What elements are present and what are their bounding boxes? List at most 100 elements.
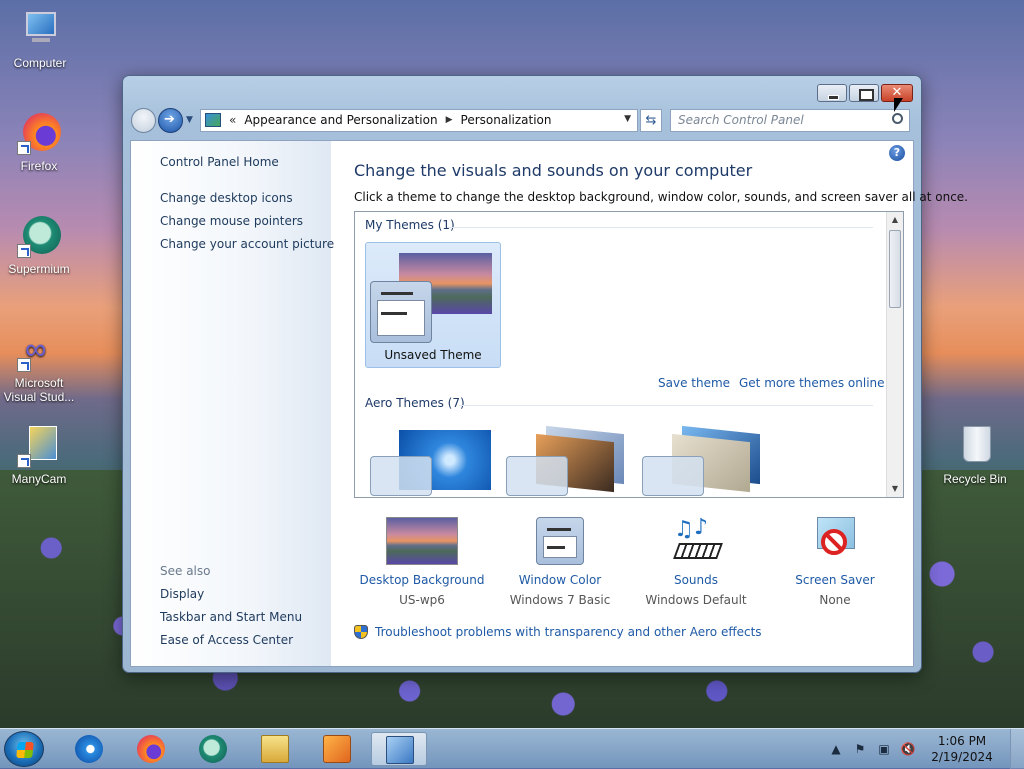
group-divider	[447, 227, 873, 228]
desktop-icon-supermium[interactable]: Supermium	[1, 214, 77, 276]
navigation-bar: ▼ « Appearance and Personalization ▶ Per…	[131, 106, 913, 134]
start-button[interactable]	[4, 731, 44, 767]
screen-saver-value: None	[819, 593, 851, 607]
search-icon[interactable]	[892, 112, 903, 124]
manycam-icon	[17, 424, 61, 468]
aero-themes-header: Aero Themes (7)	[365, 396, 465, 410]
theme-characters[interactable]	[642, 425, 760, 496]
taskbar-supermium[interactable]	[185, 732, 241, 766]
desktop-icon-label: Computer	[13, 56, 67, 70]
desktop-icon-visual-studio[interactable]: ∞ Microsoft Visual Stud...	[1, 328, 77, 405]
address-bar[interactable]: « Appearance and Personalization ▶ Perso…	[200, 108, 638, 132]
firefox-icon	[137, 735, 165, 763]
control-panel-icon	[386, 736, 414, 764]
page-subtitle: Click a theme to change the desktop back…	[354, 190, 968, 204]
supermium-icon	[199, 735, 227, 763]
save-theme-link[interactable]: Save theme	[658, 376, 730, 390]
window-color-setting[interactable]: Window Color Windows 7 Basic	[495, 517, 625, 607]
taskbar-start-menu-link[interactable]: Taskbar and Start Menu	[160, 610, 302, 624]
see-also-heading: See also	[160, 564, 211, 578]
clock-date: 2/19/2024	[931, 750, 993, 764]
display-link[interactable]: Display	[160, 587, 204, 601]
desktop-background-label: Desktop Background	[359, 573, 485, 587]
show-desktop-button[interactable]	[1010, 729, 1024, 769]
supermium-icon	[17, 214, 61, 258]
desktop-icon-computer[interactable]: Computer	[2, 8, 78, 70]
desktop-icon-recycle-bin[interactable]: Recycle Bin	[937, 424, 1013, 486]
breadcrumb-personalization[interactable]: Personalization	[461, 113, 552, 127]
taskbar-file-explorer[interactable]	[247, 732, 303, 766]
taskbar: ▲ ⚑ ▣ 🔇 1:06 PM 2/19/2024	[0, 728, 1024, 769]
desktop-background-value: US-wp6	[399, 593, 445, 607]
theme-list[interactable]: My Themes (1) Unsaved Theme Save theme G…	[354, 211, 904, 498]
sounds-icon: ♫ ♪	[660, 515, 732, 565]
maximize-button[interactable]	[849, 84, 879, 102]
desktop-icon-firefox[interactable]: Firefox	[1, 111, 77, 173]
taskbar-media-player[interactable]	[309, 732, 365, 766]
desktop-background-setting[interactable]: Desktop Background US-wp6	[357, 517, 487, 607]
change-mouse-pointers-link[interactable]: Change mouse pointers	[160, 214, 303, 228]
theme-list-scrollbar[interactable]: ▲ ▼	[886, 212, 903, 497]
sounds-label: Sounds	[673, 573, 719, 587]
search-input[interactable]: Search Control Panel	[670, 108, 910, 132]
volume-muted-icon[interactable]: 🔇	[900, 741, 916, 757]
help-icon[interactable]: ?	[889, 145, 905, 161]
main-pane: ? Change the visuals and sounds on your …	[331, 141, 968, 666]
internet-explorer-icon	[75, 735, 103, 763]
screen-saver-label: Screen Saver	[795, 573, 875, 587]
my-themes-header: My Themes (1)	[365, 218, 455, 232]
taskbar-firefox[interactable]	[123, 732, 179, 766]
troubleshoot-link[interactable]: Troubleshoot problems with transparency …	[354, 625, 762, 639]
action-center-flag-icon[interactable]: ⚑	[852, 741, 868, 757]
troubleshoot-label: Troubleshoot problems with transparency …	[375, 625, 762, 639]
ease-of-access-link[interactable]: Ease of Access Center	[160, 633, 293, 647]
left-pane: Control Panel Home Change desktop icons …	[131, 141, 334, 666]
recent-pages-dropdown[interactable]: ▼	[186, 115, 196, 125]
desktop-icon-label: Microsoft Visual Stud...	[3, 376, 75, 404]
window-color-icon	[524, 517, 596, 565]
taskbar-control-panel[interactable]	[371, 732, 427, 766]
forward-button[interactable]	[158, 107, 183, 133]
taskbar-internet-explorer[interactable]	[61, 732, 117, 766]
visual-studio-icon: ∞	[17, 328, 61, 372]
theme-windows-7[interactable]	[370, 430, 491, 496]
clock[interactable]: 1:06 PM 2/19/2024	[924, 733, 1000, 765]
breadcrumb-separator[interactable]: ▶	[446, 115, 453, 125]
scroll-up-icon[interactable]: ▲	[887, 212, 903, 228]
network-icon[interactable]: ▣	[876, 741, 892, 757]
desktop-icon-label: Firefox	[20, 159, 58, 173]
back-button[interactable]	[131, 107, 156, 133]
get-more-themes-link[interactable]: Get more themes online	[739, 376, 885, 390]
scroll-down-icon[interactable]: ▼	[887, 481, 903, 497]
show-hidden-icons[interactable]: ▲	[828, 741, 844, 757]
sounds-setting[interactable]: ♫ ♪ Sounds Windows Default	[631, 515, 761, 607]
breadcrumb-overflow[interactable]: «	[229, 113, 236, 127]
desktop-icon-manycam[interactable]: ManyCam	[1, 424, 77, 486]
scroll-thumb[interactable]	[889, 230, 901, 308]
personalization-window: ✕ ▼ « Appearance and Personalization ▶ P…	[122, 75, 968, 673]
system-tray: ▲ ⚑ ▣ 🔇 1:06 PM 2/19/2024	[828, 729, 1024, 769]
change-desktop-icons-link[interactable]: Change desktop icons	[160, 191, 293, 205]
screen-saver-icon	[799, 517, 871, 565]
content-area: Control Panel Home Change desktop icons …	[130, 140, 968, 667]
control-panel-icon	[205, 113, 221, 127]
change-account-picture-link[interactable]: Change your account picture	[160, 237, 334, 251]
clock-time: 1:06 PM	[937, 734, 987, 748]
address-dropdown-icon[interactable]: ▼	[624, 114, 631, 124]
theme-architecture[interactable]	[506, 425, 624, 496]
file-explorer-icon	[261, 735, 289, 763]
computer-icon	[18, 8, 62, 52]
breadcrumb-appearance[interactable]: Appearance and Personalization	[244, 113, 437, 127]
desktop-icon-label: Recycle Bin	[943, 472, 1007, 486]
group-divider	[459, 405, 873, 406]
screen-saver-setting[interactable]: Screen Saver None	[770, 517, 900, 607]
theme-unsaved[interactable]: Unsaved Theme	[365, 242, 501, 368]
control-panel-home-link[interactable]: Control Panel Home	[160, 155, 279, 169]
window-color-value: Windows 7 Basic	[509, 593, 611, 607]
desktop-background-icon	[386, 517, 458, 565]
desktop-icon-label: Supermium	[8, 262, 70, 276]
page-title: Change the visuals and sounds on your co…	[354, 161, 753, 180]
desktop-icon-label: ManyCam	[11, 472, 67, 486]
refresh-button[interactable]: ⇆	[640, 108, 662, 132]
minimize-button[interactable]	[817, 84, 847, 102]
